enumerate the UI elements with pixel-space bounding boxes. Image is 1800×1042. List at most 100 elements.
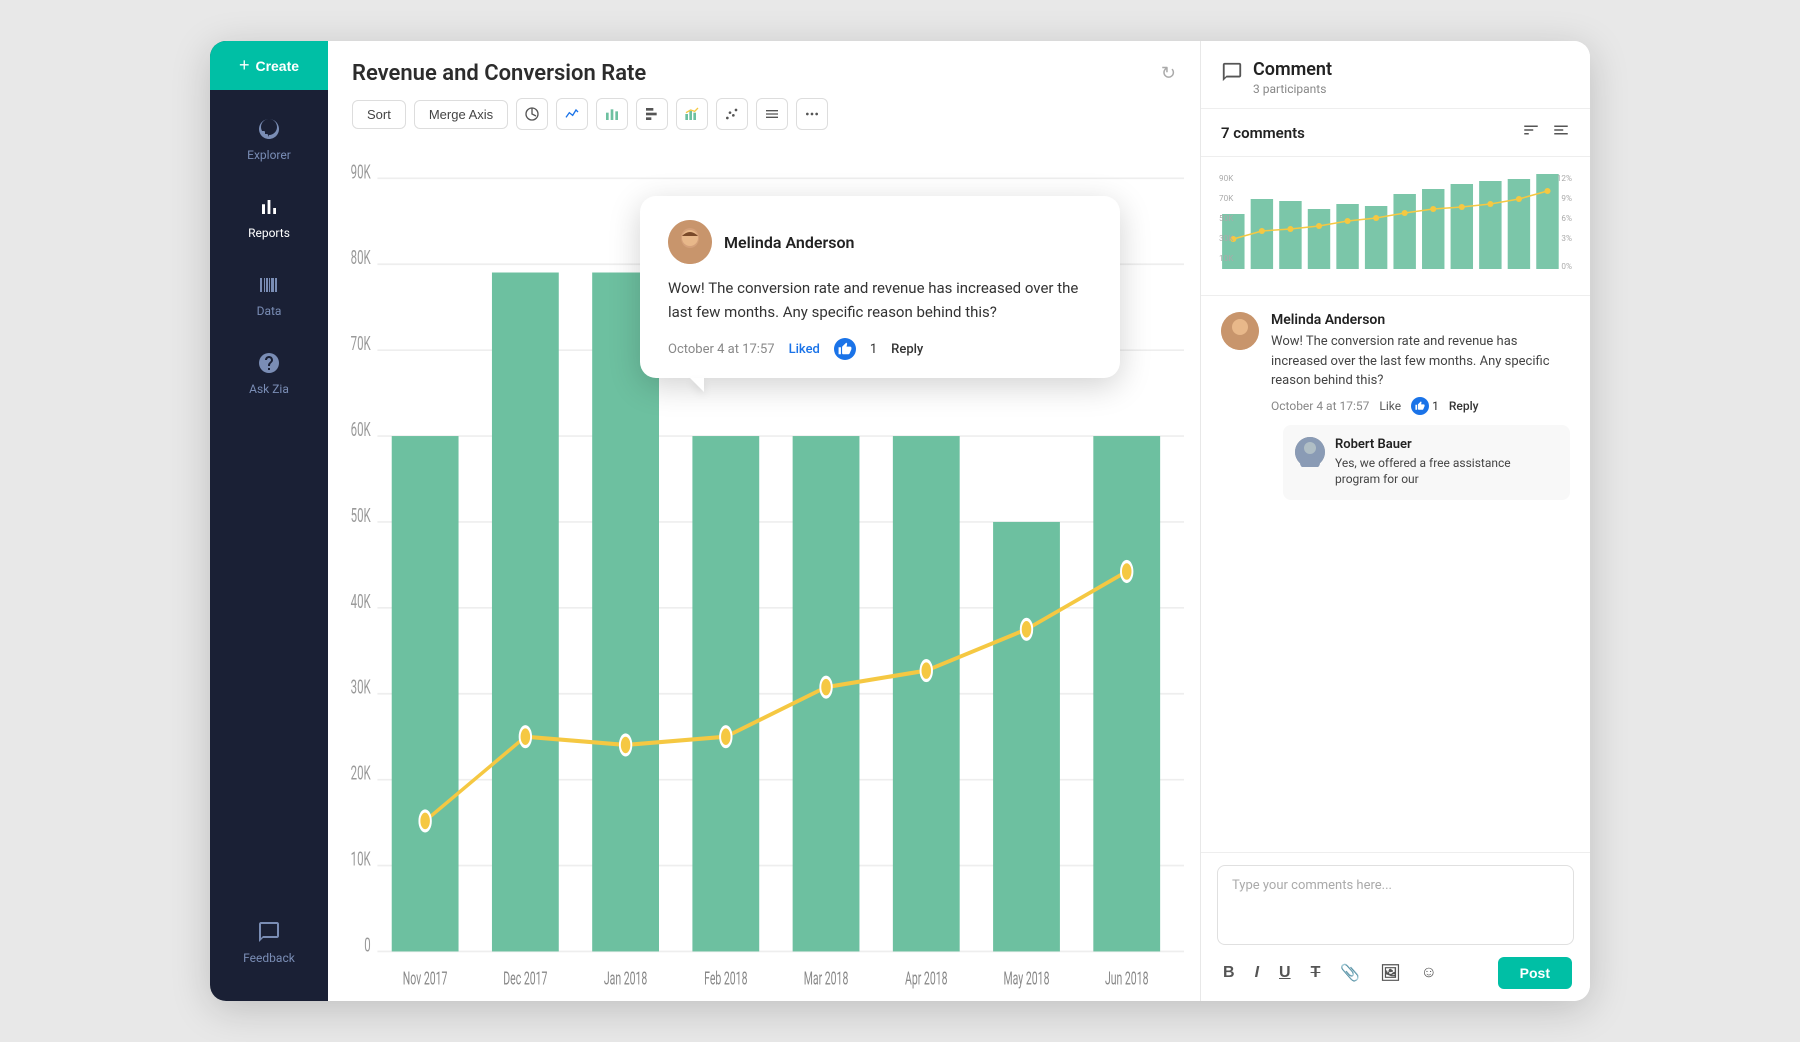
- more-options-button[interactable]: [796, 98, 828, 130]
- feedback-icon: [256, 919, 282, 945]
- comment-meta-melinda: October 4 at 17:57 Like 1 Reply: [1271, 397, 1570, 415]
- svg-text:0%: 0%: [1561, 262, 1572, 271]
- comment-text-melinda: Wow! The conversion rate and revenue has…: [1271, 332, 1570, 391]
- reply-body-robert: Robert Bauer Yes, we offered a free assi…: [1335, 437, 1558, 489]
- reply-item-robert: Robert Bauer Yes, we offered a free assi…: [1283, 425, 1570, 501]
- emoji-button[interactable]: ☺: [1417, 962, 1441, 984]
- tooltip-liked-button[interactable]: Liked: [789, 342, 820, 357]
- underline-button[interactable]: U: [1275, 962, 1295, 984]
- svg-text:May 2018: May 2018: [1004, 967, 1050, 989]
- chart-type-circle[interactable]: [516, 98, 548, 130]
- app-window: + Create Explorer Reports: [210, 41, 1590, 1001]
- svg-text:Nov 2017: Nov 2017: [403, 967, 448, 989]
- post-button[interactable]: Post: [1498, 957, 1572, 989]
- comment-like-melinda[interactable]: Like: [1379, 399, 1401, 413]
- melinda-comment-avatar: [1221, 312, 1259, 350]
- sort-comments-button[interactable]: [1552, 121, 1570, 144]
- robert-avatar-svg: [1295, 437, 1325, 467]
- svg-text:70K: 70K: [351, 332, 372, 355]
- svg-text:20K: 20K: [351, 761, 372, 784]
- chart-type-scatter[interactable]: [716, 98, 748, 130]
- sidebar-item-reports[interactable]: Reports: [210, 178, 328, 256]
- like-count-melinda: 1: [1432, 399, 1439, 413]
- bold-button[interactable]: B: [1219, 962, 1239, 984]
- tooltip-reply-button[interactable]: Reply: [891, 342, 923, 357]
- svg-text:10K: 10K: [1219, 254, 1234, 263]
- askzia-icon: [256, 350, 282, 376]
- sidebar-item-explorer[interactable]: Explorer: [210, 100, 328, 178]
- comment-header-icon: [1221, 61, 1243, 88]
- tooltip-like-icon[interactable]: [834, 338, 856, 360]
- sidebar-label-askzia: Ask Zia: [249, 382, 289, 396]
- sidebar-label-reports: Reports: [248, 226, 290, 240]
- comments-actions: [1522, 121, 1570, 144]
- comment-reply-melinda[interactable]: Reply: [1449, 399, 1479, 413]
- svg-text:70K: 70K: [1219, 194, 1234, 203]
- strikethrough-button[interactable]: T: [1307, 962, 1325, 984]
- svg-text:12%: 12%: [1557, 174, 1572, 183]
- chart-type-line[interactable]: [556, 98, 588, 130]
- reply-text-robert: Yes, we offered a free assistance progra…: [1335, 455, 1558, 489]
- svg-text:Jun 2018: Jun 2018: [1105, 967, 1149, 989]
- comment-tooltip: Melinda Anderson Wow! The conversion rat…: [640, 196, 1120, 378]
- image-button[interactable]: 🖼: [1376, 961, 1404, 985]
- svg-text:80K: 80K: [351, 246, 372, 269]
- italic-button[interactable]: I: [1251, 962, 1263, 984]
- comments-list: Melinda Anderson Wow! The conversion rat…: [1201, 296, 1590, 852]
- svg-text:30K: 30K: [1219, 234, 1234, 243]
- comment-author-melinda: Melinda Anderson: [1271, 312, 1570, 328]
- comment-input-area: B I U T 📎 🖼 ☺ Post: [1201, 852, 1590, 1001]
- comments-title: Comment: [1253, 59, 1332, 80]
- svg-text:50K: 50K: [1219, 214, 1234, 223]
- tooltip-tail: [690, 378, 704, 392]
- comment-input[interactable]: [1217, 865, 1574, 945]
- tooltip-avatar: [668, 220, 712, 264]
- comments-count: 7 comments: [1221, 124, 1305, 142]
- like-badge-icon: [1411, 397, 1429, 415]
- input-toolbar: B I U T 📎 🖼 ☺ Post: [1217, 957, 1574, 989]
- merge-axis-button[interactable]: Merge Axis: [414, 100, 508, 129]
- chart-type-other[interactable]: [756, 98, 788, 130]
- chart-header: Revenue and Conversion Rate ↻: [328, 41, 1200, 98]
- mini-chart-svg: 12% 9% 6% 3% 0% 90K 70K 50K 30K 10K: [1217, 169, 1574, 279]
- sidebar-item-feedback[interactable]: Feedback: [243, 903, 295, 981]
- svg-text:Mar 2018: Mar 2018: [804, 967, 849, 989]
- explorer-icon: [256, 116, 282, 142]
- sidebar: + Create Explorer Reports: [210, 41, 328, 1001]
- create-label: Create: [255, 58, 299, 74]
- svg-text:Jan 2018: Jan 2018: [604, 967, 647, 989]
- comments-panel: Comment 3 participants 7 comments: [1200, 41, 1590, 1001]
- svg-text:10K: 10K: [351, 847, 372, 870]
- main-content: Revenue and Conversion Rate ↻ Sort Merge…: [328, 41, 1200, 1001]
- comment-avatar-melinda: [1221, 312, 1259, 350]
- sidebar-item-askzia[interactable]: Ask Zia: [210, 334, 328, 412]
- tooltip-user: Melinda Anderson: [668, 220, 1092, 264]
- svg-text:Dec 2017: Dec 2017: [503, 967, 547, 989]
- attachment-button[interactable]: 📎: [1336, 961, 1364, 985]
- comment-body-melinda: Melinda Anderson Wow! The conversion rat…: [1271, 312, 1570, 500]
- svg-text:90K: 90K: [351, 160, 372, 183]
- svg-text:60K: 60K: [351, 418, 372, 441]
- tooltip-username: Melinda Anderson: [724, 233, 854, 252]
- svg-text:30K: 30K: [351, 675, 372, 698]
- chart-type-bar[interactable]: [596, 98, 628, 130]
- sidebar-item-data[interactable]: Data: [210, 256, 328, 334]
- chart-title: Revenue and Conversion Rate: [352, 61, 1149, 86]
- chart-type-bar2[interactable]: [636, 98, 668, 130]
- sidebar-label-explorer: Explorer: [247, 148, 291, 162]
- sort-button[interactable]: Sort: [352, 100, 406, 129]
- refresh-icon[interactable]: ↻: [1161, 63, 1176, 84]
- comments-header-text: Comment 3 participants: [1253, 59, 1332, 96]
- chart-type-combo[interactable]: [676, 98, 708, 130]
- data-icon: [256, 272, 282, 298]
- reply-avatar-robert: [1295, 437, 1325, 467]
- tooltip-footer: October 4 at 17:57 Liked 1 Reply: [668, 338, 1092, 360]
- comment-time-melinda: October 4 at 17:57: [1271, 399, 1369, 413]
- sidebar-label-data: Data: [257, 304, 282, 318]
- comments-header: Comment 3 participants: [1201, 41, 1590, 109]
- melinda-avatar-svg: [668, 220, 712, 264]
- filter-comments-button[interactable]: [1522, 121, 1540, 144]
- sidebar-nav: Explorer Reports Data: [210, 100, 328, 903]
- create-button[interactable]: + Create: [210, 41, 328, 90]
- svg-text:3%: 3%: [1561, 234, 1572, 243]
